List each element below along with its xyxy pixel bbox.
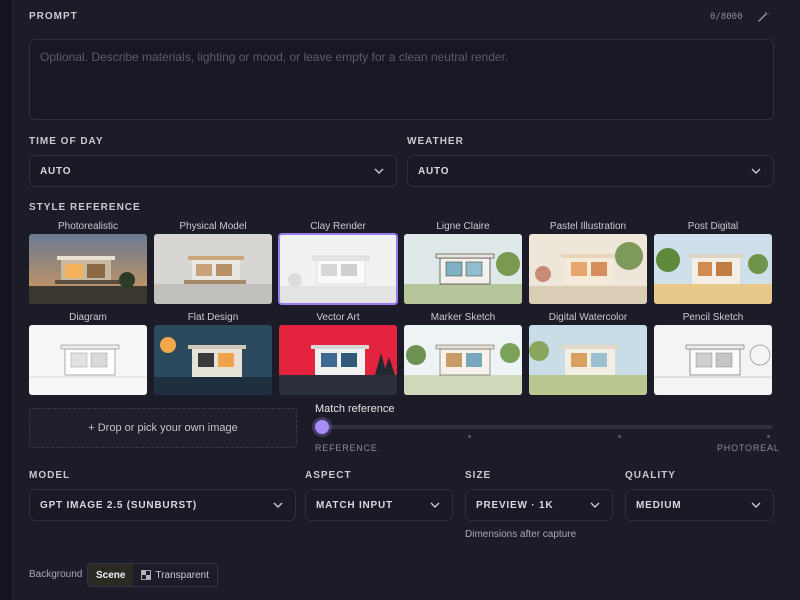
- model-label: MODEL: [29, 470, 71, 481]
- style-name: Vector Art: [316, 312, 360, 323]
- style-name: Post Digital: [687, 221, 739, 232]
- style-thumbnail: [154, 234, 272, 304]
- background-option-scene[interactable]: Scene: [88, 564, 134, 586]
- weather-label: WEATHER: [407, 136, 464, 147]
- time-of-day-value: AUTO: [40, 165, 72, 177]
- style-name: Flat Design: [187, 312, 239, 323]
- weather-select[interactable]: AUTO: [407, 155, 774, 187]
- quality-value: MEDIUM: [636, 499, 682, 511]
- style-thumbnail: [404, 234, 522, 304]
- dropzone-label: + Drop or pick your own image: [88, 422, 238, 434]
- chevron-down-icon: [271, 498, 285, 512]
- style-ligne-claire[interactable]: Ligne Claire: [404, 220, 522, 304]
- style-flat-design[interactable]: Flat Design: [154, 311, 272, 395]
- style-thumbnail: [29, 234, 147, 304]
- style-thumbnail: [654, 325, 772, 395]
- settings-panel: PROMPT 0/8000 TIME OF DAY AUTO WEATHER A…: [12, 0, 800, 600]
- background-label: Background: [29, 569, 83, 580]
- style-name: Clay Render: [310, 221, 366, 232]
- weather-value: AUTO: [418, 165, 450, 177]
- slider-left-label: REFERENCE: [315, 443, 378, 453]
- match-reference-slider-thumb[interactable]: [315, 420, 329, 434]
- style-physical-model[interactable]: Physical Model: [154, 220, 272, 304]
- slider-tick: [767, 435, 770, 438]
- size-hint: Dimensions after capture: [465, 529, 577, 540]
- time-of-day-select[interactable]: AUTO: [29, 155, 397, 187]
- style-post-digital[interactable]: Post Digital: [654, 220, 772, 304]
- style-clay-render[interactable]: Clay Render: [278, 220, 398, 305]
- background-option-transparent[interactable]: Transparent: [133, 564, 217, 586]
- style-thumbnail: [529, 325, 647, 395]
- chevron-down-icon: [588, 498, 602, 512]
- style-vector-art[interactable]: Vector Art: [279, 311, 397, 395]
- background-toggle: Scene Transparent: [87, 563, 219, 587]
- slider-tick: [618, 435, 621, 438]
- size-value: PREVIEW · 1K: [476, 499, 554, 511]
- aspect-select[interactable]: MATCH INPUT: [305, 489, 453, 521]
- style-thumbnail: [654, 234, 772, 304]
- model-select[interactable]: GPT IMAGE 2.5 (SUNBURST): [29, 489, 296, 521]
- prompt-input[interactable]: [29, 39, 774, 120]
- style-thumbnail-selected: [278, 233, 398, 305]
- style-name: Photorealistic: [57, 221, 119, 232]
- prompt-char-counter: 0/8000: [710, 12, 743, 22]
- quality-label: QUALITY: [625, 470, 676, 481]
- style-diagram[interactable]: Diagram: [29, 311, 147, 395]
- prompt-label: PROMPT: [29, 11, 78, 22]
- style-name: Physical Model: [179, 221, 247, 232]
- chevron-down-icon: [372, 164, 386, 178]
- transparent-grid-icon: [141, 570, 152, 580]
- style-digital-watercolor[interactable]: Digital Watercolor: [529, 311, 647, 395]
- chevron-down-icon: [749, 498, 763, 512]
- chevron-down-icon: [428, 498, 442, 512]
- chevron-down-icon: [749, 164, 763, 178]
- style-name: Marker Sketch: [430, 312, 496, 323]
- style-photorealistic[interactable]: Photorealistic: [29, 220, 147, 304]
- model-value: GPT IMAGE 2.5 (SUNBURST): [40, 499, 197, 511]
- style-thumbnail: [529, 234, 647, 304]
- match-reference-slider-track[interactable]: [315, 425, 773, 429]
- style-name: Ligne Claire: [436, 221, 490, 232]
- style-name: Digital Watercolor: [548, 312, 628, 323]
- style-thumbnail: [279, 325, 397, 395]
- style-name: Diagram: [69, 312, 107, 323]
- style-pencil-sketch[interactable]: Pencil Sketch: [654, 311, 772, 395]
- style-name: Pastel Illustration: [549, 221, 627, 232]
- size-select[interactable]: PREVIEW · 1K: [465, 489, 613, 521]
- aspect-label: ASPECT: [305, 470, 352, 481]
- style-reference-label: STYLE REFERENCE: [29, 202, 141, 213]
- style-thumbnail: [404, 325, 522, 395]
- style-thumbnail: [29, 325, 147, 395]
- match-reference-label: Match reference: [315, 403, 395, 415]
- slider-tick: [468, 435, 471, 438]
- aspect-value: MATCH INPUT: [316, 499, 393, 511]
- style-thumbnail: [154, 325, 272, 395]
- style-name: Pencil Sketch: [682, 312, 744, 323]
- magic-wand-button[interactable]: [753, 7, 773, 27]
- slider-right-label: PHOTOREAL: [717, 443, 780, 453]
- style-pastel-illustration[interactable]: Pastel Illustration: [529, 220, 647, 304]
- time-of-day-label: TIME OF DAY: [29, 136, 104, 147]
- size-label: SIZE: [465, 470, 492, 481]
- style-marker-sketch[interactable]: Marker Sketch: [404, 311, 522, 395]
- magic-wand-icon: [758, 12, 769, 22]
- quality-select[interactable]: MEDIUM: [625, 489, 774, 521]
- custom-image-dropzone[interactable]: + Drop or pick your own image: [29, 408, 297, 448]
